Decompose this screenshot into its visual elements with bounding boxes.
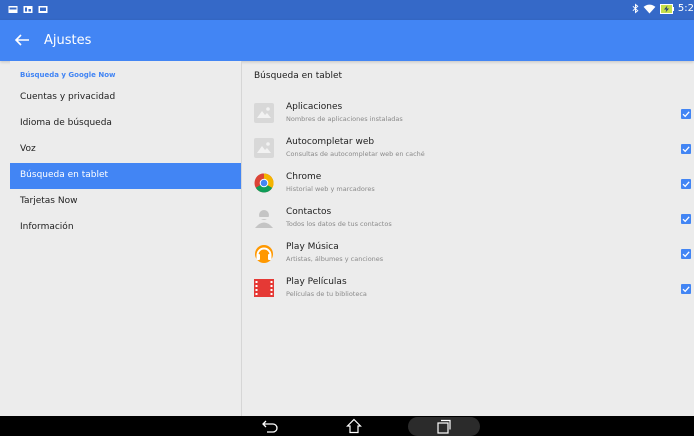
clock: 5:2 (677, 3, 694, 14)
app-bar: Ajustes (0, 20, 694, 61)
sidebar-item-cuentas[interactable]: Cuentas y privacidad (10, 85, 241, 111)
checkbox[interactable] (681, 284, 691, 294)
app-name: Autocompletar web (286, 137, 375, 147)
sidebar-item-busqueda-tablet[interactable]: Búsqueda en tablet (10, 163, 241, 189)
app-description: Películas de tu biblioteca (286, 290, 367, 298)
status-bar: 5:2 (0, 0, 694, 20)
sidebar-item-label: Información (20, 222, 74, 232)
main-panel: Búsqueda en tablet Aplicaciones Nombres … (242, 61, 694, 416)
app-name: Contactos (286, 207, 332, 217)
checkbox[interactable] (681, 109, 691, 119)
image-icon (23, 6, 33, 13)
check-icon (682, 251, 690, 258)
generic-app-icon (254, 103, 274, 123)
checkbox[interactable] (681, 144, 691, 154)
arrow-left-icon[interactable] (13, 32, 31, 48)
contacts-icon (254, 208, 274, 228)
sidebar-item-label: Voz (20, 144, 36, 154)
recents-button[interactable] (408, 417, 480, 436)
back-icon[interactable] (261, 419, 279, 433)
sidebar-item-label: Idioma de búsqueda (20, 118, 112, 128)
mail-icon (8, 6, 18, 13)
app-row-aplicaciones[interactable]: Aplicaciones Nombres de aplicaciones ins… (242, 99, 694, 134)
app-list: Aplicaciones Nombres de aplicaciones ins… (242, 99, 694, 309)
check-icon (682, 286, 690, 293)
sidebar-item-informacion[interactable]: Información (10, 215, 241, 241)
app-description: Historial web y marcadores (286, 185, 375, 193)
app-row-play-peliculas[interactable]: Play Películas Películas de tu bibliotec… (242, 274, 694, 309)
check-icon (682, 111, 690, 118)
generic-app-icon (254, 138, 274, 158)
check-icon (682, 216, 690, 223)
sidebar-item-label: Cuentas y privacidad (20, 92, 116, 102)
recents-icon (437, 419, 451, 434)
play-music-icon (254, 243, 274, 263)
section-title: Búsqueda en tablet (254, 71, 343, 81)
app-row-contactos[interactable]: Contactos Todos los datos de tus contact… (242, 204, 694, 239)
wifi-icon (643, 4, 656, 14)
checkbox[interactable] (681, 249, 691, 259)
sidebar-item-idioma[interactable]: Idioma de búsqueda (10, 111, 241, 137)
app-row-chrome[interactable]: Chrome Historial web y marcadores (242, 169, 694, 204)
battery-charging-icon (659, 3, 674, 14)
app-description: Todos los datos de tus contactos (286, 220, 392, 228)
home-icon[interactable] (346, 418, 362, 434)
check-icon (682, 181, 690, 188)
sidebar-item-label: Búsqueda en tablet (20, 170, 109, 180)
notification-icons (8, 5, 48, 14)
screen-icon (38, 6, 48, 13)
sidebar: Búsqueda y Google Now Cuentas y privacid… (10, 61, 241, 416)
sidebar-header: Búsqueda y Google Now (20, 71, 116, 79)
app-name: Chrome (286, 172, 322, 182)
app-name: Play Películas (286, 277, 347, 287)
sidebar-item-voz[interactable]: Voz (10, 137, 241, 163)
app-description: Nombres de aplicaciones instaladas (286, 115, 403, 123)
page-title: Ajustes (44, 33, 92, 48)
system-icons: 5:2 (632, 3, 694, 14)
app-description: Consultas de autocompletar web en caché (286, 150, 425, 158)
checkbox[interactable] (681, 214, 691, 224)
bluetooth-icon (632, 3, 639, 14)
app-row-autocompletar-web[interactable]: Autocompletar web Consultas de autocompl… (242, 134, 694, 169)
app-row-play-musica[interactable]: Play Música Artistas, álbumes y cancione… (242, 239, 694, 274)
play-movies-icon (254, 278, 274, 298)
check-icon (682, 146, 690, 153)
app-description: Artistas, álbumes y canciones (286, 255, 384, 263)
chrome-icon (254, 173, 274, 193)
sidebar-item-label: Tarjetas Now (20, 196, 78, 206)
sidebar-list: Cuentas y privacidad Idioma de búsqueda … (10, 85, 241, 241)
app-name: Play Música (286, 242, 339, 252)
app-name: Aplicaciones (286, 102, 343, 112)
navigation-bar (0, 416, 694, 436)
checkbox[interactable] (681, 179, 691, 189)
sidebar-item-tarjetas-now[interactable]: Tarjetas Now (10, 189, 241, 215)
